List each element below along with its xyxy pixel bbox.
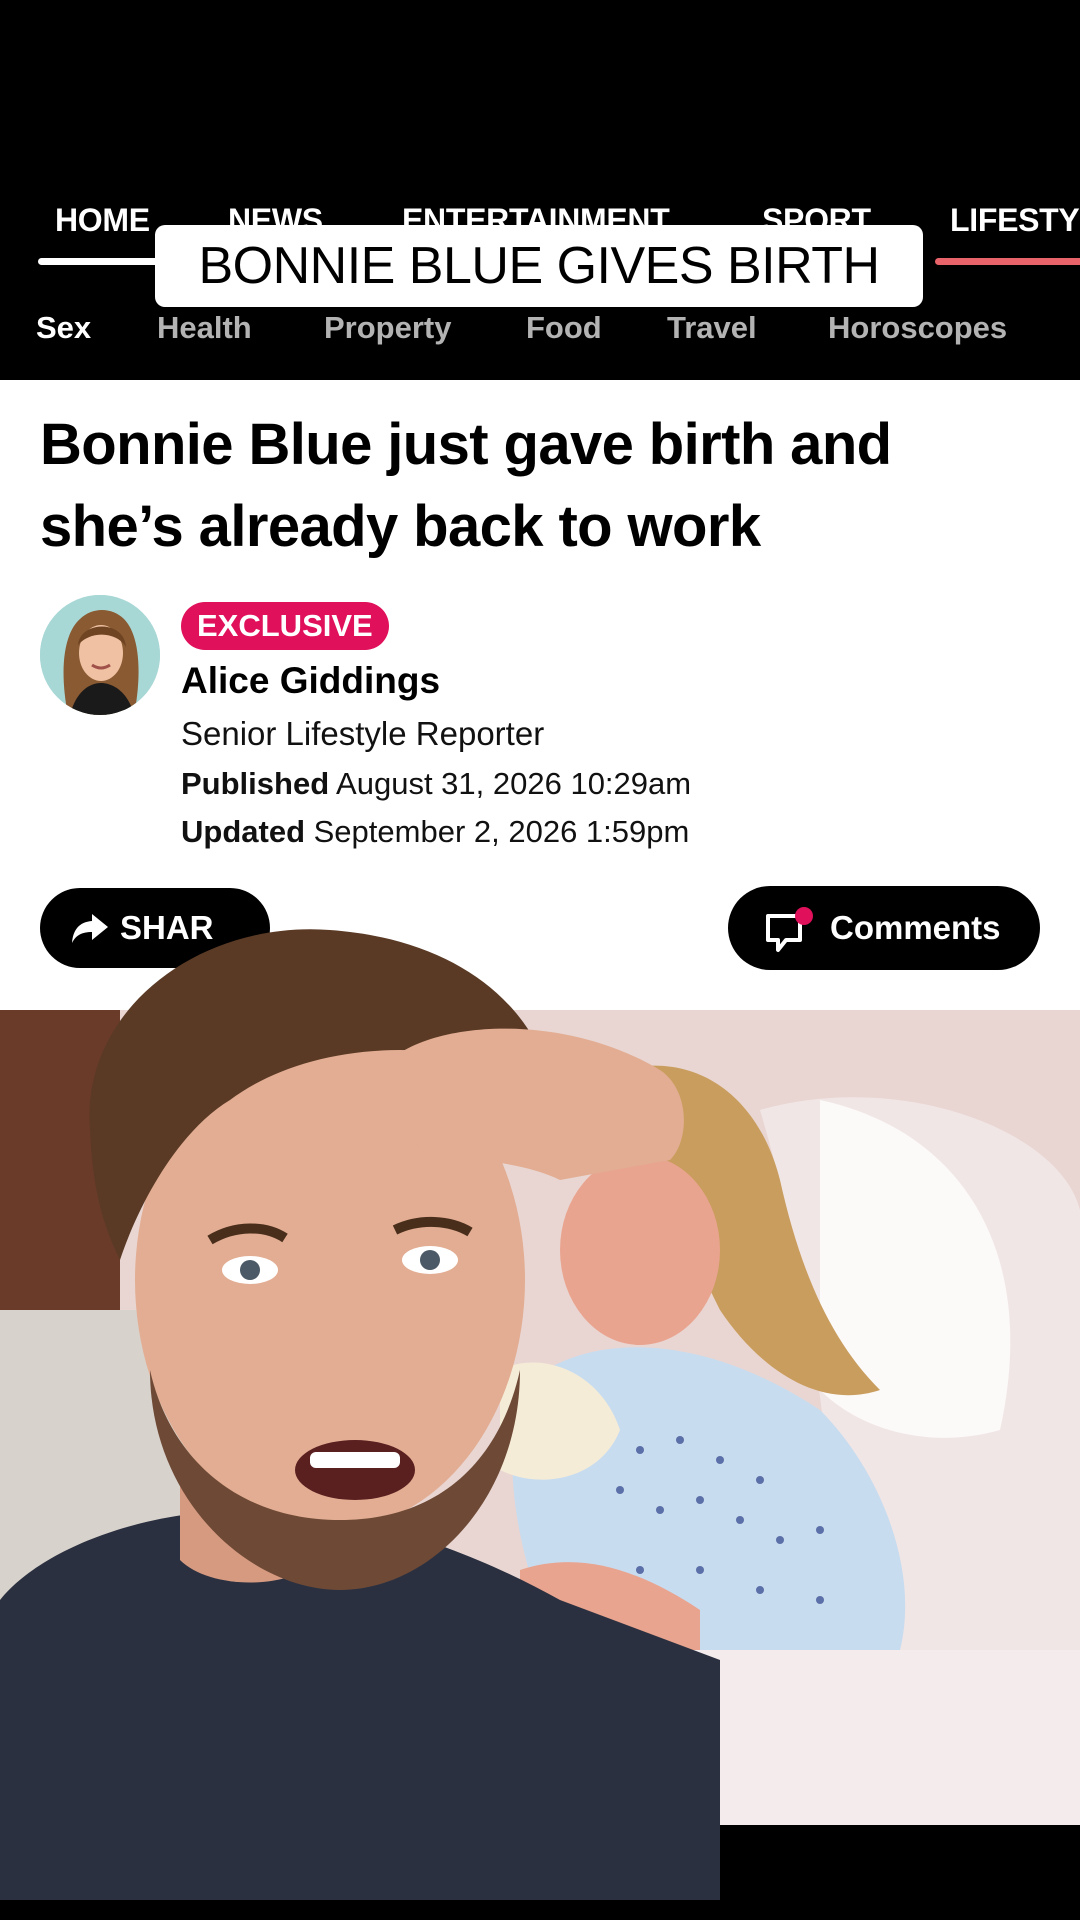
published-label: Published — [181, 766, 330, 801]
video-caption: BONNIE BLUE GIVES BIRTH — [155, 225, 923, 307]
nav-active-underline — [38, 258, 168, 265]
creator-overlay — [0, 900, 720, 1900]
article-headline: Bonnie Blue just gave birth and she’s al… — [40, 404, 1050, 568]
creator-illustration — [0, 929, 720, 1900]
subnav-travel[interactable]: Travel — [667, 306, 757, 350]
updated-date: September 2, 2026 1:59pm — [313, 814, 690, 849]
nav-home[interactable]: HOME — [55, 198, 150, 242]
comments-button[interactable]: Comments — [728, 886, 1040, 970]
subnav-horoscopes[interactable]: Horoscopes — [828, 306, 1007, 350]
published-line: Published August 31, 2026 10:29am — [181, 762, 691, 806]
subnav-food[interactable]: Food — [526, 306, 602, 350]
nav-lifestyle[interactable]: LIFESTY — [950, 198, 1080, 242]
published-date: August 31, 2026 10:29am — [336, 766, 692, 801]
sub-nav: Sex Health Property Food Travel Horoscop… — [0, 306, 1080, 350]
nav-section-underline — [935, 258, 1080, 265]
comments-label: Comments — [830, 909, 1001, 946]
exclusive-badge: EXCLUSIVE — [181, 602, 389, 650]
avatar-portrait — [40, 595, 160, 715]
comment-bubble-icon — [766, 907, 813, 952]
updated-label: Updated — [181, 814, 305, 849]
subnav-sex[interactable]: Sex — [36, 306, 91, 350]
headline-line-2: she’s already back to work — [40, 494, 761, 559]
author-name[interactable]: Alice Giddings — [181, 655, 440, 707]
author-avatar[interactable] — [40, 595, 160, 715]
updated-line: Updated September 2, 2026 1:59pm — [181, 810, 689, 854]
subnav-property[interactable]: Property — [324, 306, 451, 350]
author-role: Senior Lifestyle Reporter — [181, 715, 545, 752]
subnav-health[interactable]: Health — [157, 306, 252, 350]
headline-line-1: Bonnie Blue just gave birth and — [40, 412, 892, 477]
